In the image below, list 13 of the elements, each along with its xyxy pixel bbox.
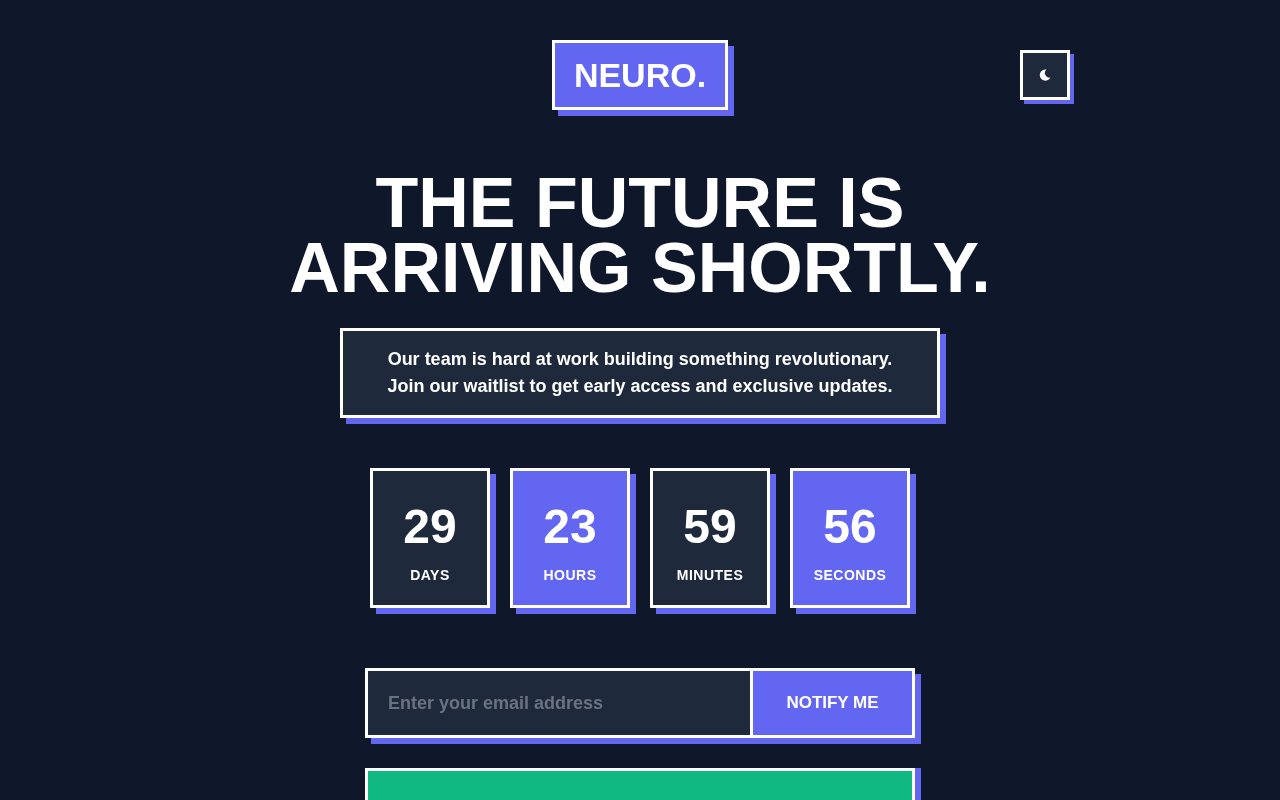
notify-button[interactable]: NOTIFY ME [750,671,912,735]
countdown-number: 56 [823,498,877,555]
description-text: Our team is hard at work building something revolutionary. Join our waitlist to get early access and exclusive updates. [386,348,894,398]
countdown-number: 23 [543,498,597,555]
countdown-number: 29 [403,498,457,555]
countdown-label: SECONDS [813,565,887,584]
countdown-label: DAYS [410,565,450,584]
email-input[interactable]: Enter your email address [368,671,750,735]
countdown-label: HOURS [543,565,597,584]
headline: THE FUTURE IS ARRIVING SHORTLY. [288,171,992,301]
countdown-number: 59 [683,498,737,555]
moon-icon [1039,69,1051,81]
countdown-label: MINUTES [676,565,744,584]
